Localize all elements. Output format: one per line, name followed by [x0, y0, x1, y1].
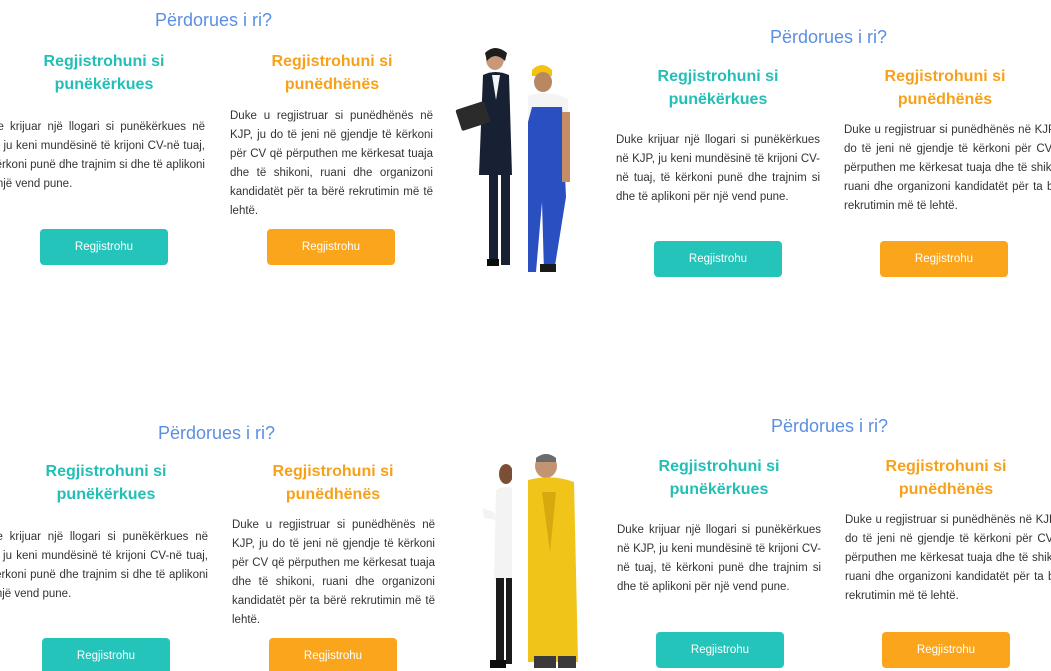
employer-heading: Regjistrohuni si punëdhënës	[861, 65, 1029, 111]
jobseeker-description: Duke krijuar një llogari si punëkërkues …	[616, 134, 820, 203]
jobseeker-heading-line2: punëkërkues	[54, 76, 154, 93]
raincoat-worker-figure	[528, 454, 578, 668]
jobseeker-register-button[interactable]: Regjistrohu	[40, 229, 168, 265]
registration-panel-top-left: Përdorues i ri? Regjistrohuni si punëkër…	[0, 0, 512, 290]
jobseeker-heading-line2: punëkërkues	[56, 486, 156, 503]
employer-heading-line1: Regjistrohuni si	[271, 53, 393, 70]
jobseeker-description: Duke krijuar një llogari si punëkërkues …	[617, 524, 821, 593]
employer-description: Duke u regjistruar si punëdhënës në KJP,…	[232, 519, 435, 626]
employer-heading: Regjistrohuni si punëdhënës	[862, 455, 1030, 501]
jobseeker-heading-line1: Regjistrohuni si	[658, 458, 780, 475]
employer-heading-line1: Regjistrohuni si	[884, 68, 1006, 85]
employer-description: Duke u regjistruar si punëdhënës në KJP,…	[844, 124, 1051, 212]
employer-description: Duke u regjistruar si punëdhënës në KJP,…	[845, 514, 1051, 602]
worker-figure	[528, 65, 570, 272]
employer-heading-line2: punëdhënës	[897, 91, 993, 108]
employer-register-button[interactable]: Regjistrohu	[267, 229, 395, 265]
employer-description: Duke u regjistruar si punëdhënës në KJP,…	[230, 110, 433, 217]
employer-register-button[interactable]: Regjistrohu	[269, 638, 397, 671]
registration-panel-bottom-right: Përdorues i ri? Regjistrohuni si punëkër…	[528, 400, 1051, 671]
new-user-title: Përdorues i ri?	[770, 27, 888, 47]
employer-heading-line2: punëdhënës	[285, 486, 381, 503]
employer-heading-line2: punëdhënës	[284, 76, 380, 93]
jobseeker-heading-line1: Regjistrohuni si	[43, 53, 165, 70]
jobseeker-heading-line1: Regjistrohuni si	[45, 463, 167, 480]
new-user-title: Përdorues i ri?	[771, 416, 889, 436]
jobseeker-description: Duke krijuar një llogari si punëkërkues …	[0, 531, 208, 600]
jobseeker-heading-line1: Regjistrohuni si	[657, 68, 779, 85]
new-user-title: Përdorues i ri?	[158, 423, 276, 443]
businessman-figure	[482, 464, 512, 668]
employer-heading: Regjistrohuni si punëdhënës	[249, 460, 417, 506]
jobseeker-heading: Regjistrohuni si punëkërkues	[22, 460, 190, 506]
registration-panel-bottom-left: Përdorues i ri? Regjistrohuni si punëkër…	[0, 410, 512, 671]
new-user-title: Përdorues i ri?	[155, 10, 273, 30]
employer-heading-line2: punëdhënës	[898, 481, 994, 498]
employer-heading: Regjistrohuni si punëdhënës	[248, 50, 416, 96]
jobseeker-heading-line2: punëkërkues	[668, 91, 768, 108]
registration-panel-top-right: Përdorues i ri? Regjistrohuni si punëkër…	[528, 0, 1051, 290]
employer-heading-line1: Regjistrohuni si	[885, 458, 1007, 475]
jobseeker-register-button[interactable]: Regjistrohu	[42, 638, 170, 671]
jobseeker-heading: Regjistrohuni si punëkërkues	[634, 65, 802, 111]
jobseeker-heading-line2: punëkërkues	[669, 481, 769, 498]
jobseeker-heading: Regjistrohuni si punëkërkues	[20, 50, 188, 96]
jobseeker-description: Duke krijuar një llogari si punëkërkues …	[0, 121, 205, 190]
businesswoman-figure	[455, 48, 512, 266]
jobseeker-register-button[interactable]: Regjistrohu	[656, 632, 784, 668]
employer-register-button[interactable]: Regjistrohu	[880, 241, 1008, 277]
jobseeker-heading: Regjistrohuni si punëkërkues	[635, 455, 803, 501]
employer-heading-line1: Regjistrohuni si	[272, 463, 394, 480]
jobseeker-register-button[interactable]: Regjistrohu	[654, 241, 782, 277]
employer-register-button[interactable]: Regjistrohu	[882, 632, 1010, 668]
